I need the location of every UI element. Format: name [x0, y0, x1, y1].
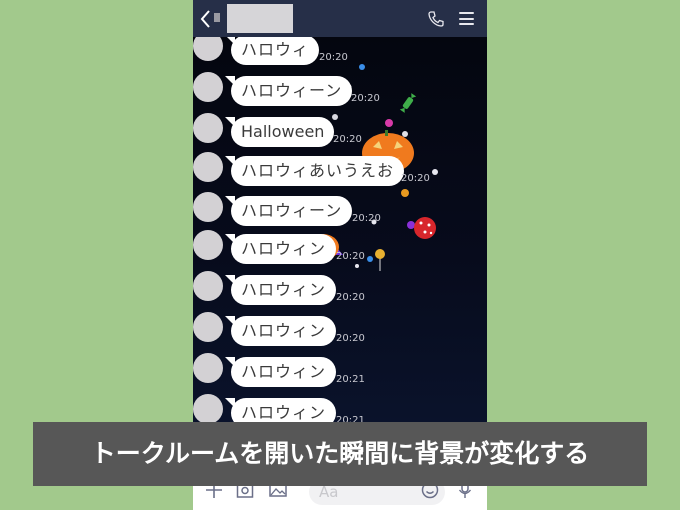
- chat-header: [193, 0, 487, 37]
- message-time: 20:20: [351, 93, 380, 104]
- message-time: 20:20: [336, 292, 365, 303]
- message-row: ハロウィン 20:20: [193, 312, 487, 352]
- caption-text: トークルームを開いた瞬間に背景が変化する: [90, 439, 590, 468]
- message-bubble: ハロウィーン: [224, 76, 353, 106]
- message-time: 20:21: [336, 374, 365, 385]
- phone-icon[interactable]: [427, 10, 445, 28]
- avatar[interactable]: [193, 394, 223, 424]
- message-bubble: ハロウィン: [224, 316, 337, 346]
- chevron-left-icon: [200, 10, 210, 28]
- message-bubble: Halloween: [224, 117, 335, 147]
- avatar[interactable]: [193, 152, 223, 182]
- message-bubble: ハロウィあいうえお: [224, 156, 405, 186]
- avatar[interactable]: [193, 192, 223, 222]
- message-row: ハロウィあいうえお 20:20: [193, 152, 487, 192]
- message-row: ハロウィン 20:20: [193, 230, 487, 270]
- avatar[interactable]: [193, 37, 223, 61]
- message-row: ハロウィン 20:20: [193, 271, 487, 311]
- message-bubble: ハロウィン: [224, 275, 337, 305]
- avatar[interactable]: [193, 230, 223, 260]
- message-row: Halloween 20:20: [193, 113, 487, 153]
- message-time: 20:20: [336, 333, 365, 344]
- avatar[interactable]: [193, 271, 223, 301]
- message-bubble: ハロウィン: [224, 234, 337, 264]
- unread-count-badge: [214, 13, 220, 22]
- message-bubble: ハロウィーン: [224, 196, 353, 226]
- message-time: 20:20: [352, 213, 381, 224]
- caption-banner: トークルームを開いた瞬間に背景が変化する: [33, 422, 647, 486]
- message-row: ハロウィン 20:21: [193, 353, 487, 393]
- message-bubble: ハロウィン: [224, 357, 337, 387]
- message-time: 20:20: [336, 251, 365, 262]
- avatar[interactable]: [193, 312, 223, 342]
- message-time: 20:20: [319, 52, 348, 63]
- message-time: 20:20: [333, 134, 362, 145]
- avatar[interactable]: [193, 113, 223, 143]
- avatar[interactable]: [193, 72, 223, 102]
- hamburger-menu-icon[interactable]: [459, 12, 474, 25]
- message-time: 20:20: [401, 173, 430, 184]
- chat-area[interactable]: ハロウィ 20:20 ハロウィーン 20:20 Halloween 20:20 …: [193, 37, 487, 477]
- back-button[interactable]: [199, 9, 215, 29]
- contact-name: [227, 4, 293, 33]
- message-row: ハロウィーン 20:20: [193, 192, 487, 232]
- message-row: ハロウィーン 20:20: [193, 72, 487, 112]
- message-row: ハロウィ 20:20: [193, 37, 487, 71]
- avatar[interactable]: [193, 353, 223, 383]
- message-bubble: ハロウィ: [224, 37, 320, 65]
